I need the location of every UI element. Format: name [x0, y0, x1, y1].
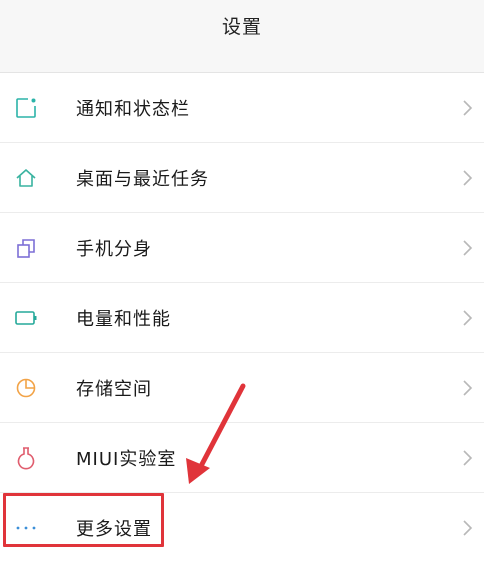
settings-item-notifications[interactable]: 通知和状态栏	[0, 72, 484, 142]
settings-list: 通知和状态栏 桌面与最近任务 手机分身 电量和性能 存储空间 MIUI实验室 更…	[0, 72, 484, 562]
section-gap	[0, 50, 484, 72]
chevron-right-icon	[463, 309, 473, 326]
settings-item-label: 手机分身	[76, 238, 152, 260]
chevron-right-icon	[463, 379, 473, 396]
settings-item-label: MIUI实验室	[76, 448, 177, 470]
clone-icon	[14, 236, 38, 260]
chevron-right-icon	[463, 519, 473, 536]
chevron-right-icon	[463, 449, 473, 466]
settings-item-home-recents[interactable]: 桌面与最近任务	[0, 142, 484, 212]
battery-icon	[14, 306, 38, 330]
settings-item-more-settings[interactable]: 更多设置	[0, 492, 484, 562]
chevron-right-icon	[463, 99, 473, 116]
settings-item-miui-lab[interactable]: MIUI实验室	[0, 422, 484, 492]
page-title: 设置	[221, 15, 262, 38]
settings-item-label: 电量和性能	[76, 308, 171, 330]
home-icon	[14, 166, 38, 190]
title-bar: 设置	[0, 0, 484, 50]
flask-icon	[14, 446, 38, 470]
settings-item-battery[interactable]: 电量和性能	[0, 282, 484, 352]
storage-pie-icon	[14, 376, 38, 400]
settings-item-label: 存储空间	[76, 378, 152, 400]
more-dots-icon	[14, 516, 38, 540]
notification-icon	[14, 96, 38, 120]
chevron-right-icon	[463, 239, 473, 256]
chevron-right-icon	[463, 169, 473, 186]
settings-item-label: 通知和状态栏	[76, 98, 190, 120]
settings-item-storage[interactable]: 存储空间	[0, 352, 484, 422]
settings-item-label: 桌面与最近任务	[76, 168, 209, 190]
settings-item-label: 更多设置	[76, 518, 152, 540]
settings-item-second-space[interactable]: 手机分身	[0, 212, 484, 282]
